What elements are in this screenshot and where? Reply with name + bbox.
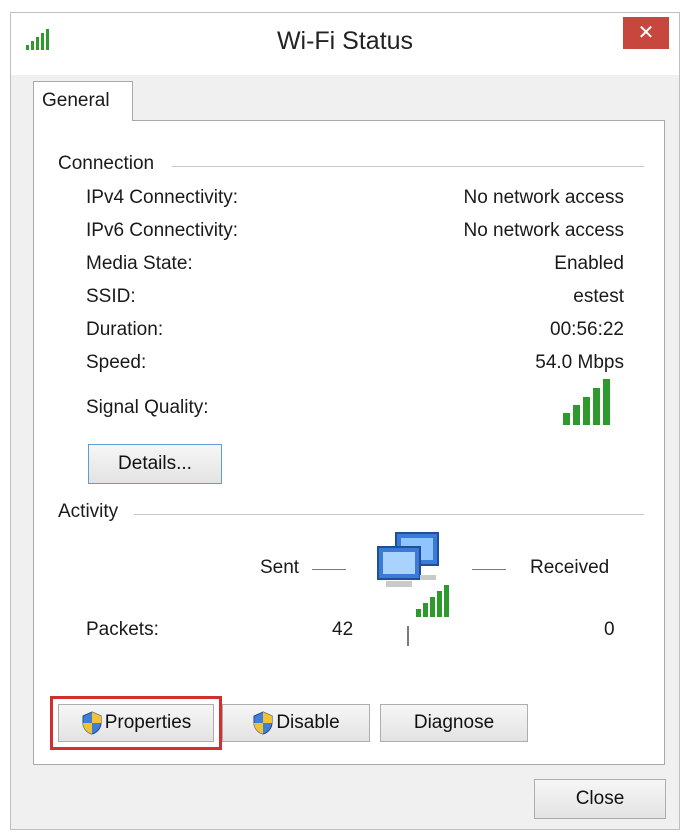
received-label: Received — [530, 557, 610, 578]
sent-label: Sent — [260, 557, 300, 578]
ipv4-value: No network access — [463, 187, 624, 208]
packets-sent-value: 42 — [332, 619, 354, 640]
connection-divider — [172, 166, 644, 167]
speed-value: 54.0 Mbps — [535, 352, 624, 373]
title-bar: Wi-Fi Status ✕ — [11, 13, 679, 75]
properties-button[interactable]: Properties — [58, 704, 214, 742]
ssid-label: SSID: — [86, 286, 136, 307]
uac-shield-icon — [253, 711, 273, 735]
general-panel: Connection IPv4 Connectivity: No network… — [33, 120, 665, 765]
activity-divider — [134, 514, 644, 515]
packets-label: Packets: — [86, 619, 159, 640]
duration-value: 00:56:22 — [550, 319, 624, 340]
uac-shield-icon — [82, 711, 102, 735]
media-state-value: Enabled — [554, 253, 624, 274]
packets-separator — [407, 626, 409, 646]
packets-received-value: 0 — [604, 619, 615, 640]
media-state-label: Media State: — [86, 253, 193, 274]
received-line — [472, 569, 506, 570]
sent-line — [312, 569, 346, 570]
close-button[interactable]: Close — [534, 779, 666, 819]
ssid-value: estest — [573, 286, 624, 307]
diagnose-button[interactable]: Diagnose — [380, 704, 528, 742]
signal-quality-label: Signal Quality: — [86, 397, 209, 418]
close-window-button[interactable]: ✕ — [623, 17, 669, 49]
duration-label: Duration: — [86, 319, 164, 340]
properties-label: Properties — [104, 712, 192, 733]
details-button[interactable]: Details... — [88, 444, 222, 484]
speed-label: Speed: — [86, 352, 147, 373]
wifi-status-window: Wi-Fi Status ✕ General Connection IPv4 C… — [10, 12, 680, 830]
signal-bars-icon — [563, 379, 610, 425]
tab-general[interactable]: General — [33, 81, 133, 121]
activity-heading: Activity — [58, 501, 119, 522]
network-computers-icon — [377, 532, 449, 617]
ipv4-label: IPv4 Connectivity: — [86, 187, 239, 208]
disable-button[interactable]: Disable — [222, 704, 370, 742]
window-title: Wi-Fi Status — [276, 27, 414, 55]
disable-label: Disable — [276, 712, 340, 733]
ipv6-label: IPv6 Connectivity: — [86, 220, 239, 241]
ipv6-value: No network access — [463, 220, 624, 241]
connection-heading: Connection — [58, 153, 155, 174]
